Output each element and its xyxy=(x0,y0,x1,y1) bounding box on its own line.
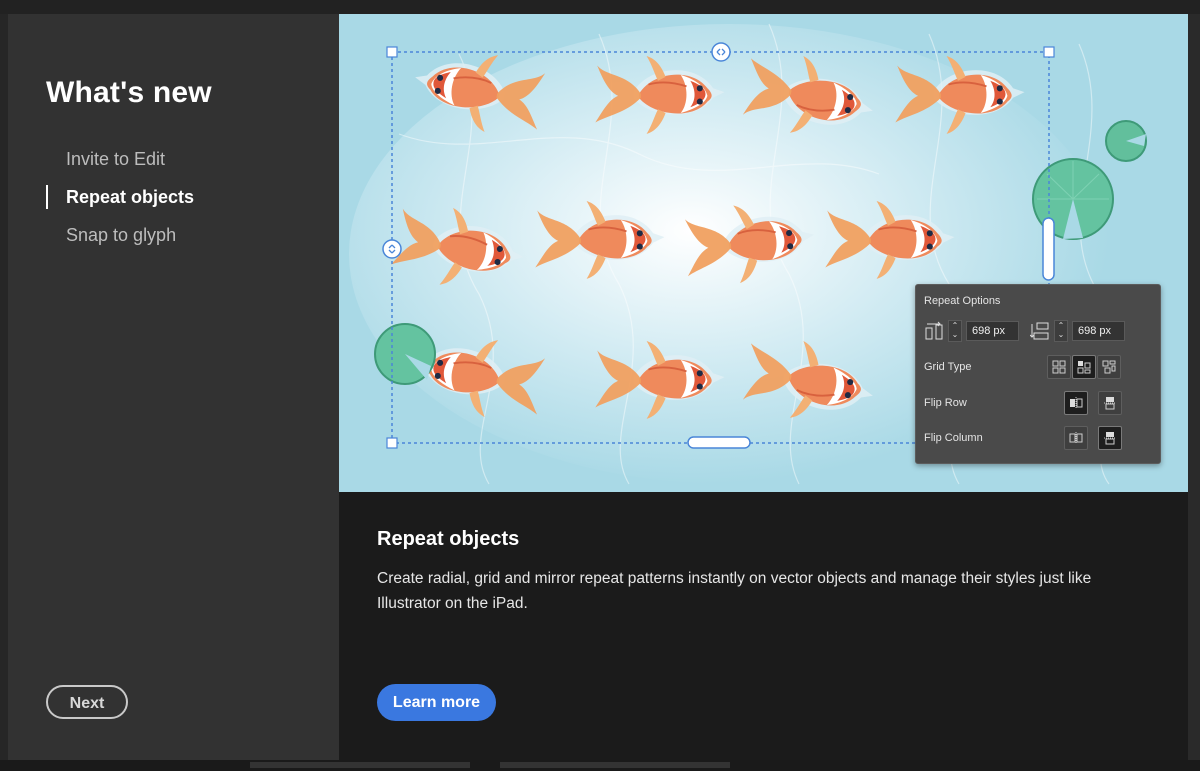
sidebar: What's new Invite to Edit Repeat objects… xyxy=(8,14,339,760)
flip-column-option-1[interactable] xyxy=(1064,426,1088,450)
repeat-options-panel: Repeat Options ⌃ ⌄ 698 px ⌃ ⌄ 698 px Gri… xyxy=(915,284,1161,464)
flip-column-option-2[interactable] xyxy=(1098,426,1122,450)
flip-row-icon xyxy=(1070,397,1083,409)
feature-nav: Invite to Edit Repeat objects Snap to gl… xyxy=(46,144,194,258)
whats-new-dialog: What's new Invite to Edit Repeat objects… xyxy=(8,14,1188,760)
nav-item-invite-to-edit[interactable]: Invite to Edit xyxy=(46,144,194,182)
lily-pad-small xyxy=(1105,120,1147,162)
chevron-stepper-icon[interactable]: ⌃ ⌄ xyxy=(1054,320,1068,342)
grid-type-option-2[interactable] xyxy=(1072,355,1096,379)
grid-type-icon xyxy=(1052,360,1066,374)
vertical-spacing-control: ⌃ ⌄ 698 px xyxy=(1030,320,1125,342)
nav-item-label: Snap to glyph xyxy=(66,225,177,245)
feature-title: Repeat objects xyxy=(377,528,520,550)
active-indicator xyxy=(46,185,48,209)
grid-type-label: Grid Type xyxy=(924,361,972,373)
next-button[interactable]: Next xyxy=(46,685,128,719)
feature-details: Repeat objects Create radial, grid and m… xyxy=(339,492,1188,760)
grid-type-icon xyxy=(1077,361,1091,374)
background-top-strip xyxy=(0,0,1200,14)
vertical-spacing-icon xyxy=(1030,322,1049,340)
lily-pad-left xyxy=(374,323,436,385)
background-right-panel xyxy=(1188,14,1200,760)
nav-item-repeat-objects[interactable]: Repeat objects xyxy=(46,182,194,220)
horizontal-spacing-input[interactable]: 698 px xyxy=(966,321,1019,341)
chevron-stepper-icon[interactable]: ⌃ ⌄ xyxy=(948,320,962,342)
dialog-title: What's new xyxy=(46,76,212,109)
grid-type-option-1[interactable] xyxy=(1047,355,1071,379)
horizontal-spacing-control: ⌃ ⌄ 698 px xyxy=(924,320,1019,342)
flip-row-option-1[interactable] xyxy=(1064,391,1088,415)
grid-type-icon xyxy=(1102,360,1116,374)
flip-row-option-2[interactable] xyxy=(1098,391,1122,415)
nav-item-snap-to-glyph[interactable]: Snap to glyph xyxy=(46,220,194,258)
background-bottom-bar xyxy=(0,760,1200,771)
vertical-spacing-input[interactable]: 698 px xyxy=(1072,321,1125,341)
feature-illustration: Repeat Options ⌃ ⌄ 698 px ⌃ ⌄ 698 px Gri… xyxy=(339,14,1188,492)
nav-item-label: Repeat objects xyxy=(66,187,195,207)
panel-title: Repeat Options xyxy=(924,295,1001,307)
flip-column-label: Flip Column xyxy=(924,432,983,444)
flip-row-label: Flip Row xyxy=(924,397,967,409)
flip-column-icon xyxy=(1069,432,1083,444)
grid-type-option-3[interactable] xyxy=(1097,355,1121,379)
nav-item-label: Invite to Edit xyxy=(66,149,166,169)
feature-description: Create radial, grid and mirror repeat pa… xyxy=(377,570,1092,612)
flip-column-icon xyxy=(1104,432,1116,445)
flip-row-icon xyxy=(1104,397,1116,410)
learn-more-button[interactable]: Learn more xyxy=(377,684,496,721)
horizontal-spacing-icon xyxy=(925,321,943,340)
